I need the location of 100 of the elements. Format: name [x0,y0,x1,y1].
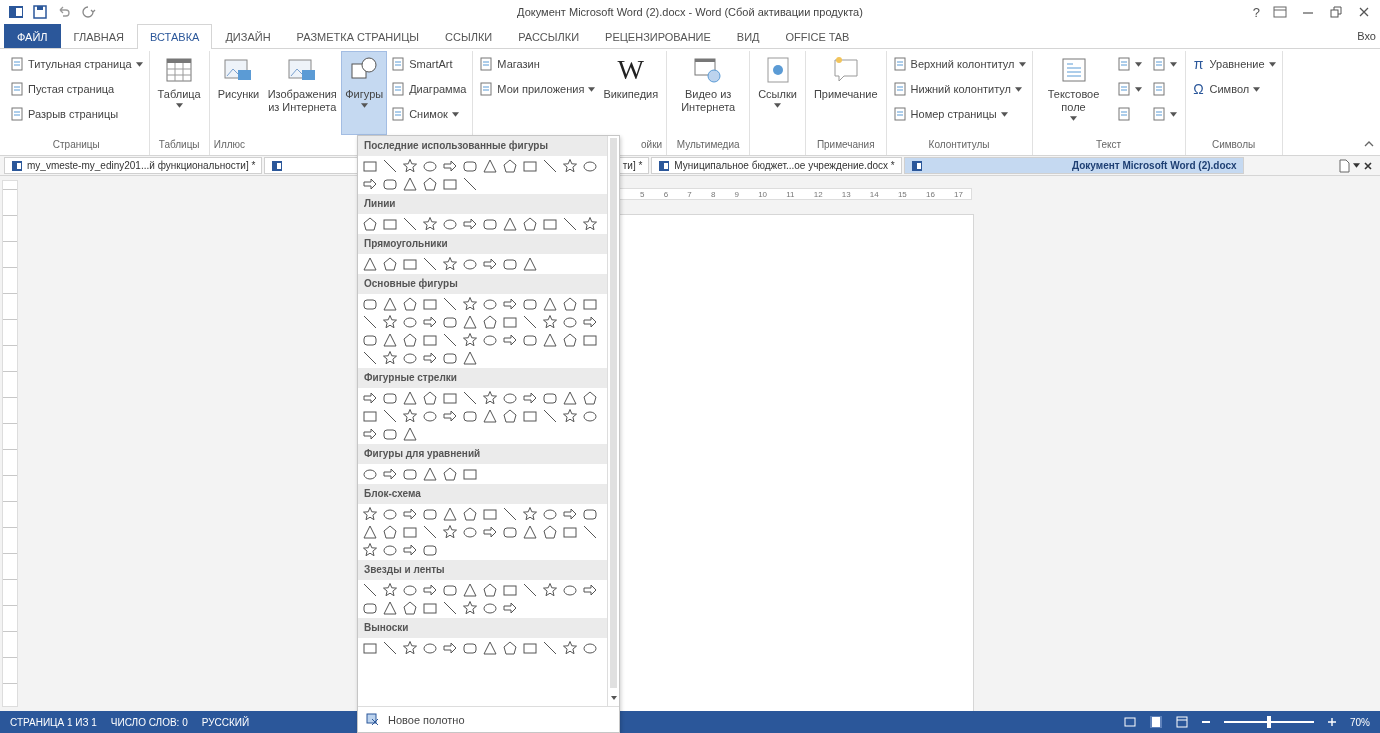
arrow-shape-icon[interactable] [422,350,438,366]
line-shape-icon[interactable] [402,216,418,232]
arrow-shape-icon[interactable] [362,390,378,406]
ribbon-command[interactable]: Снимок [389,103,469,125]
ribbon-command[interactable]: Титульная страница [8,53,145,75]
star-shape-icon[interactable] [562,158,578,174]
ribbon-command[interactable]: Магазин [477,53,598,75]
triangle-shape-icon[interactable] [482,640,498,656]
star-shape-icon[interactable] [542,314,558,330]
line-shape-icon[interactable] [422,256,438,272]
rounded-rectangle-shape-icon[interactable] [382,426,398,442]
arrow-shape-icon[interactable] [482,256,498,272]
document-tab[interactable]: my_vmeste-my_ediny201...й функциональности] * [4,157,263,174]
star-shape-icon[interactable] [402,640,418,656]
rounded-rectangle-shape-icon[interactable] [382,176,398,192]
file-tab[interactable]: ФАЙЛ [4,24,61,48]
insert-shapes-button[interactable]: Фигуры [341,51,388,135]
arrow-shape-icon[interactable] [482,524,498,540]
rounded-rectangle-shape-icon[interactable] [542,390,558,406]
rounded-rectangle-shape-icon[interactable] [362,332,378,348]
triangle-shape-icon[interactable] [362,256,378,272]
rounded-rectangle-shape-icon[interactable] [442,350,458,366]
insert-link-button[interactable]: Ссылки [754,51,801,135]
insert-textbox-button[interactable]: Текстовое поле [1036,51,1111,135]
arrow-shape-icon[interactable] [502,332,518,348]
help-button[interactable]: ? [1252,4,1260,20]
oval-shape-icon[interactable] [542,506,558,522]
rounded-rectangle-shape-icon[interactable] [502,256,518,272]
oval-shape-icon[interactable] [482,600,498,616]
insert-picture-button[interactable]: Изображения из Интернета [265,51,340,135]
rounded-rectangle-shape-icon[interactable] [402,466,418,482]
triangle-shape-icon[interactable] [482,408,498,424]
rounded-rectangle-shape-icon[interactable] [362,296,378,312]
oval-shape-icon[interactable] [422,640,438,656]
line-shape-icon[interactable] [422,524,438,540]
star-shape-icon[interactable] [522,506,538,522]
star-shape-icon[interactable] [482,390,498,406]
triangle-shape-icon[interactable] [522,256,538,272]
arrow-shape-icon[interactable] [562,506,578,522]
ribbon-tab[interactable]: РЕЦЕНЗИРОВАНИЕ [592,24,724,48]
triangle-shape-icon[interactable] [482,158,498,174]
rounded-rectangle-shape-icon[interactable] [462,158,478,174]
scroll-down-icon[interactable] [609,694,618,702]
ribbon-tab[interactable]: OFFICE TAB [772,24,863,48]
ribbon-command[interactable]: SmartArt [389,53,469,75]
rounded-rectangle-shape-icon[interactable] [422,542,438,558]
rounded-rectangle-shape-icon[interactable] [442,582,458,598]
new-canvas-menu-item[interactable]: Новое полотно [358,706,619,732]
rounded-rectangle-shape-icon[interactable] [582,506,598,522]
oval-shape-icon[interactable] [442,216,458,232]
arrow-shape-icon[interactable] [522,390,538,406]
oval-shape-icon[interactable] [462,256,478,272]
pentagon-shape-icon[interactable] [382,524,398,540]
star-shape-icon[interactable] [402,408,418,424]
pentagon-shape-icon[interactable] [382,256,398,272]
oval-shape-icon[interactable] [362,466,378,482]
arrow-shape-icon[interactable] [502,600,518,616]
web-layout-icon[interactable] [1176,716,1188,728]
caret-icon[interactable] [1353,163,1360,168]
star-shape-icon[interactable] [402,158,418,174]
line-shape-icon[interactable] [462,390,478,406]
ribbon-tab[interactable]: ДИЗАЙН [212,24,284,48]
triangle-shape-icon[interactable] [402,176,418,192]
arrow-shape-icon[interactable] [382,466,398,482]
arrow-shape-icon[interactable] [442,158,458,174]
arrow-shape-icon[interactable] [422,314,438,330]
oval-shape-icon[interactable] [402,314,418,330]
insert-picture-button[interactable]: Рисунки [213,51,264,135]
insert-comment-button[interactable]: Примечание [809,51,882,135]
zoom-level[interactable]: 70% [1350,716,1370,728]
ribbon-command[interactable]: Диаграмма [389,78,469,100]
pentagon-shape-icon[interactable] [502,640,518,656]
line-shape-icon[interactable] [542,640,558,656]
oval-shape-icon[interactable] [482,296,498,312]
triangle-shape-icon[interactable] [362,524,378,540]
insert-video-button[interactable]: Видео из Интернета [671,51,746,135]
line-shape-icon[interactable] [382,640,398,656]
oval-shape-icon[interactable] [402,350,418,366]
star-shape-icon[interactable] [462,600,478,616]
restore-icon[interactable] [1328,4,1344,20]
line-shape-icon[interactable] [542,158,558,174]
arrow-shape-icon[interactable] [582,314,598,330]
pentagon-shape-icon[interactable] [422,176,438,192]
arrow-shape-icon[interactable] [582,582,598,598]
collapse-ribbon-icon[interactable] [1364,141,1374,147]
ribbon-command[interactable]: Мои приложения [477,78,598,100]
close-icon[interactable] [1362,159,1374,172]
star-shape-icon[interactable] [362,542,378,558]
triangle-shape-icon[interactable] [382,600,398,616]
pentagon-shape-icon[interactable] [442,466,458,482]
star-shape-icon[interactable] [382,314,398,330]
star-shape-icon[interactable] [382,350,398,366]
document-tab[interactable]: Документ Microsoft Word (2).docx [903,157,1244,174]
gallery-scrollbar[interactable] [607,136,619,706]
status-text[interactable]: РУССКИЙ [201,716,250,728]
ribbon-tab[interactable]: ГЛАВНАЯ [60,24,138,48]
star-shape-icon[interactable] [562,640,578,656]
triangle-shape-icon[interactable] [522,524,538,540]
arrow-shape-icon[interactable] [402,506,418,522]
pentagon-shape-icon[interactable] [522,216,538,232]
